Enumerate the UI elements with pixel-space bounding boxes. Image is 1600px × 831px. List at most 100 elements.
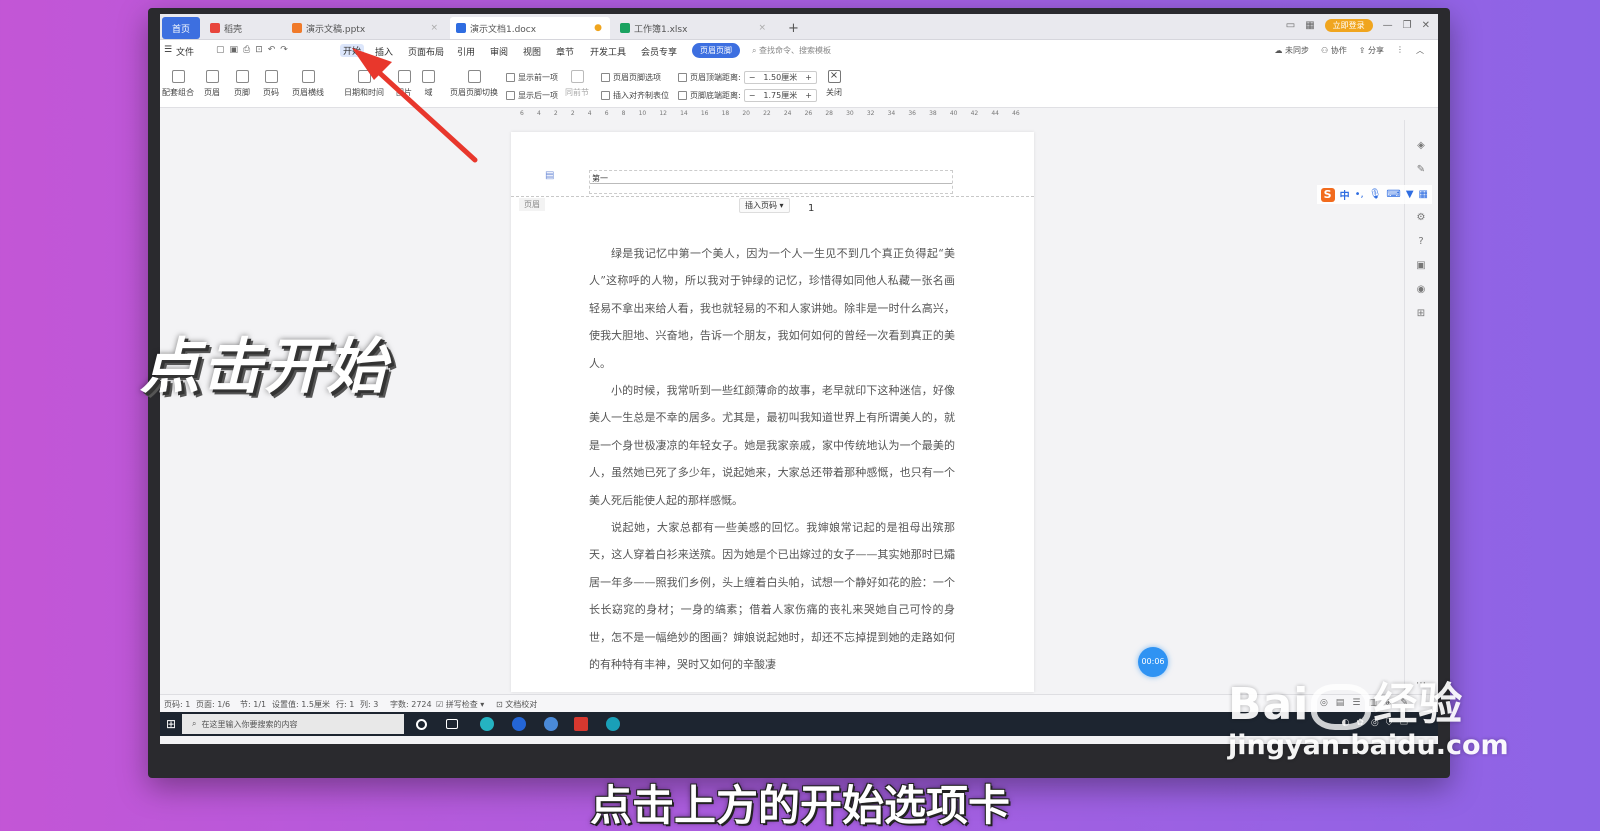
translate-icon[interactable]: ⊞: [1415, 308, 1427, 320]
browser-icon[interactable]: [480, 717, 494, 731]
close-icon[interactable]: ×: [430, 23, 438, 33]
ruler-tick-label: 2: [570, 110, 575, 117]
new-tab-button[interactable]: +: [782, 17, 802, 39]
layout-icon[interactable]: ▭: [1286, 20, 1295, 31]
tab-docer[interactable]: 稻壳: [204, 17, 282, 39]
document-body[interactable]: 绿是我记忆中第一个美人，因为一个人一生见不到几个真正负得起“美人”这称呼的人物，…: [589, 240, 955, 679]
menu-references[interactable]: 引用: [457, 45, 475, 58]
skin-icon[interactable]: ▼: [1406, 189, 1414, 200]
settings-icon[interactable]: ⚙: [1415, 212, 1427, 224]
ruler[interactable]: 6 4 2 2 4 6 8 10 12 14 16 18 20 22 24 26 28 30 32 34 36 38 40 4…: [160, 108, 1438, 120]
ribbon-combo-button[interactable]: 配套组合: [162, 70, 194, 98]
login-button[interactable]: 立即登录: [1324, 19, 1373, 32]
ime-mode[interactable]: 中: [1340, 187, 1350, 202]
menu-dev-tools[interactable]: 开发工具: [590, 45, 626, 58]
pen-icon[interactable]: ✎: [1415, 164, 1427, 176]
ribbon-label: 页眉页脚切换: [450, 88, 498, 97]
location-icon[interactable]: ◉: [1415, 284, 1427, 296]
menu-insert[interactable]: 插入: [375, 45, 393, 58]
document-page[interactable]: ▤ 第一 页眉 插入页码 ▾ 1 绿是我记忆中第一个美人，因为一个人一生见不到几…: [511, 132, 1034, 692]
ribbon-datetime-button[interactable]: 日期和时间: [344, 70, 384, 98]
document-icon[interactable]: ▤: [545, 170, 554, 181]
menu-view[interactable]: 视图: [523, 45, 541, 58]
collapse-icon[interactable]: ︿: [1416, 45, 1424, 56]
status-section: 节: 1/1: [240, 700, 267, 709]
menu-start[interactable]: 开始: [340, 44, 365, 57]
menu-page-layout[interactable]: 页面布局: [408, 45, 444, 58]
minus-icon[interactable]: −: [745, 91, 760, 100]
switch-icon: [467, 70, 481, 83]
share-button[interactable]: ⇪ 分享: [1359, 45, 1384, 56]
ribbon-footer-button[interactable]: 页脚: [234, 70, 250, 98]
menu-member[interactable]: 会员专享: [641, 45, 677, 58]
wps-icon[interactable]: [574, 717, 588, 731]
header-distance-label: 页眉顶端距离:: [690, 73, 741, 82]
more-icon[interactable]: ⋮: [1396, 45, 1404, 56]
edge-chromium-icon[interactable]: [606, 717, 620, 731]
menu-file[interactable]: 文件: [176, 45, 194, 58]
menu-review[interactable]: 审阅: [490, 45, 508, 58]
header-distance-value[interactable]: 1.50厘米: [759, 72, 801, 83]
mic-icon[interactable]: 🎙︎: [1369, 189, 1382, 200]
show-next-button[interactable]: 显示后一项: [506, 90, 558, 101]
menu-chapter[interactable]: 章节: [556, 45, 574, 58]
cortana-icon[interactable]: [416, 719, 427, 730]
ribbon-header-button[interactable]: 页眉: [204, 70, 220, 98]
tab-xlsx[interactable]: 工作簿1.xlsx ×: [614, 17, 774, 39]
punct-icon[interactable]: •,: [1355, 189, 1364, 200]
toolbox-icon[interactable]: ▦: [1419, 189, 1428, 200]
command-search[interactable]: ⌕ 查找命令、搜索模板: [752, 45, 831, 56]
ribbon-header-line-button[interactable]: 页眉横线: [292, 70, 324, 98]
insert-page-number-button[interactable]: 插入页码 ▾: [739, 198, 790, 213]
header-options-button[interactable]: 页眉页脚选项: [601, 72, 661, 83]
collab-button[interactable]: ⚇ 协作: [1321, 45, 1347, 56]
hamburger-icon[interactable]: ☰: [164, 45, 172, 55]
minimize-icon[interactable]: —: [1383, 20, 1393, 31]
close-window-icon[interactable]: ✕: [1422, 20, 1430, 31]
header-distance-stepper[interactable]: −1.50厘米 +: [743, 71, 817, 84]
help-icon[interactable]: ?: [1415, 236, 1427, 248]
ribbon-field-button[interactable]: 域: [422, 70, 435, 98]
status-words[interactable]: 字数: 2724: [390, 699, 432, 710]
sogou-logo-icon[interactable]: S: [1320, 187, 1335, 202]
header-area[interactable]: 第一: [589, 170, 953, 194]
restore-icon[interactable]: ❐: [1403, 20, 1412, 31]
share-label: 分享: [1368, 46, 1384, 55]
footer-distance-value[interactable]: 1.75厘米: [759, 90, 801, 101]
header-underline: [590, 183, 952, 184]
ruler-tick-label: 40: [949, 110, 958, 117]
edge-icon[interactable]: [512, 717, 526, 731]
plus-icon[interactable]: +: [801, 91, 816, 100]
minus-icon[interactable]: −: [745, 73, 760, 82]
ribbon-switch-button[interactable]: 页眉页脚切换: [450, 70, 498, 98]
ribbon-page-number-button[interactable]: 页码: [263, 70, 279, 98]
same-as-prev-button[interactable]: 同前节: [565, 70, 589, 98]
menu-header-footer[interactable]: 页眉页脚: [692, 43, 740, 58]
keyboard-icon[interactable]: ⌨: [1386, 189, 1400, 200]
ribbon: 配套组合 页眉 页脚 页码 页眉横线 日期和时间 图片 域 页眉页脚切换 显示前…: [160, 62, 1438, 108]
tab-home[interactable]: 首页: [162, 17, 200, 39]
image-icon[interactable]: ▣: [1415, 260, 1427, 272]
close-icon[interactable]: ×: [758, 23, 766, 33]
taskbar-search[interactable]: ⌕ 在这里输入你要搜索的内容: [182, 714, 404, 734]
tab-docx[interactable]: 演示文档1.docx ●: [450, 17, 610, 39]
sync-button[interactable]: ☁ 未同步: [1274, 45, 1309, 56]
insert-align-tab-button[interactable]: 插入对齐制表位: [601, 90, 669, 101]
footer-distance-stepper[interactable]: −1.75厘米 +: [743, 89, 817, 102]
plus-icon[interactable]: +: [801, 73, 816, 82]
watermark-brand: Bai 经验: [1228, 668, 1509, 732]
ribbon-picture-button[interactable]: 图片: [396, 70, 412, 98]
quick-access-icons[interactable]: ▢▣⎙⊡↶↷: [216, 45, 293, 55]
spell-check-button[interactable]: ☑ 拼写检查 ▾: [436, 699, 484, 710]
windows-start-icon[interactable]: ⊞: [166, 717, 176, 731]
style-icon[interactable]: ◈: [1415, 140, 1427, 152]
close-header-footer-button[interactable]: × 关闭: [826, 70, 842, 98]
tab-pptx[interactable]: 演示文稿.pptx ×: [286, 17, 446, 39]
proofread-button[interactable]: ⊡ 文档校对: [496, 699, 537, 710]
show-prev-button[interactable]: 显示前一项: [506, 72, 558, 83]
paragraph: 说起她，大家总都有一些美感的回忆。我婶娘常记起的是祖母出殡那天，这人穿着白衫来送…: [589, 521, 955, 672]
app-icon[interactable]: [544, 717, 558, 731]
task-view-icon[interactable]: [446, 719, 458, 729]
status-page[interactable]: 页面: 1/6: [196, 699, 230, 710]
apps-icon[interactable]: ▦: [1305, 20, 1314, 31]
